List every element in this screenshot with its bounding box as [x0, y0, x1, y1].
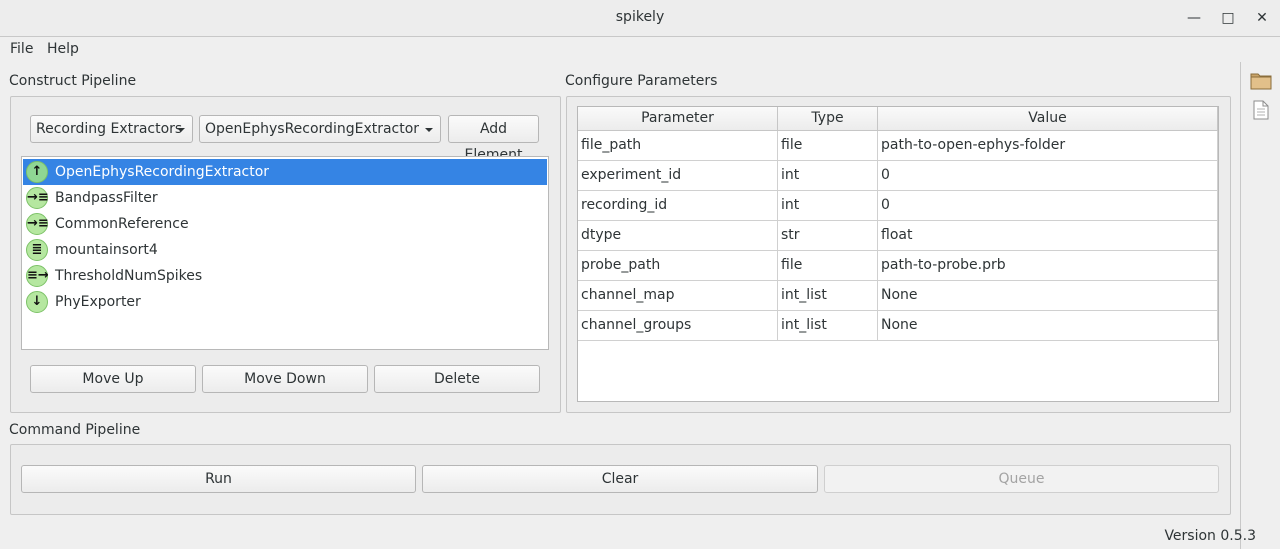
column-header-value[interactable]: Value	[878, 107, 1218, 131]
value-cell[interactable]: 0	[878, 191, 1218, 221]
table-row[interactable]: channel_groups int_list None	[578, 311, 1218, 341]
value-cell[interactable]: 0	[878, 161, 1218, 191]
queue-button[interactable]: Queue	[824, 465, 1219, 493]
configure-parameters-title: Configure Parameters	[565, 73, 718, 89]
type-cell: file	[778, 131, 878, 161]
value-cell[interactable]: None	[878, 311, 1218, 341]
type-cell: int	[778, 161, 878, 191]
table-header: Parameter Type Value	[578, 107, 1218, 131]
arrow-up-icon: ↑	[26, 161, 48, 183]
menu-bar: File Help	[0, 38, 1280, 62]
value-cell[interactable]: float	[878, 221, 1218, 251]
list-item[interactable]: →≡ BandpassFilter	[23, 185, 547, 211]
category-select-value: Recording Extractors	[36, 121, 183, 137]
clear-button[interactable]: Clear	[422, 465, 818, 493]
type-cell: str	[778, 221, 878, 251]
list-item[interactable]: ↑ OpenEphysRecordingExtractor	[23, 159, 547, 185]
arrow-right-bars-icon: →≡	[26, 187, 49, 209]
folder-icon[interactable]	[1250, 70, 1272, 90]
close-icon[interactable]: ✕	[1254, 10, 1270, 26]
version-label: Version 0.5.3	[1164, 528, 1256, 544]
list-item-label: mountainsort4	[55, 242, 158, 258]
parameter-cell: experiment_id	[578, 161, 778, 191]
value-cell[interactable]: path-to-probe.prb	[878, 251, 1218, 281]
parameters-table[interactable]: Parameter Type Value file_path file path…	[577, 106, 1219, 402]
type-cell: int_list	[778, 311, 878, 341]
column-header-parameter[interactable]: Parameter	[578, 107, 778, 131]
parameter-cell: dtype	[578, 221, 778, 251]
bars-icon: ≣	[26, 239, 48, 261]
arrow-right-bars-icon: →≡	[26, 213, 49, 235]
list-item-label: PhyExporter	[55, 294, 141, 310]
value-cell[interactable]: path-to-open-ephys-folder	[878, 131, 1218, 161]
list-item-label: ThresholdNumSpikes	[55, 268, 203, 284]
value-cell[interactable]: None	[878, 281, 1218, 311]
table-row[interactable]: recording_id int 0	[578, 191, 1218, 221]
document-icon[interactable]	[1253, 100, 1269, 120]
list-item-label: OpenEphysRecordingExtractor	[55, 164, 270, 180]
command-pipeline-title: Command Pipeline	[9, 422, 141, 438]
menu-file[interactable]: File	[10, 41, 33, 57]
table-row[interactable]: channel_map int_list None	[578, 281, 1218, 311]
parameter-cell: channel_groups	[578, 311, 778, 341]
run-button[interactable]: Run	[21, 465, 416, 493]
type-cell: file	[778, 251, 878, 281]
parameter-cell: channel_map	[578, 281, 778, 311]
type-cell: int	[778, 191, 878, 221]
side-toolbar	[1240, 62, 1280, 549]
list-item-label: BandpassFilter	[55, 190, 158, 206]
construct-pipeline-title: Construct Pipeline	[9, 73, 137, 89]
list-item-label: CommonReference	[55, 216, 189, 232]
parameter-cell: recording_id	[578, 191, 778, 221]
category-select[interactable]: Recording Extractors	[30, 115, 193, 143]
parameter-cell: probe_path	[578, 251, 778, 281]
window-title: spikely	[615, 9, 665, 25]
arrow-down-icon: ↓	[26, 291, 48, 313]
table-row[interactable]: probe_path file path-to-probe.prb	[578, 251, 1218, 281]
list-item[interactable]: ≣ mountainsort4	[23, 237, 547, 263]
type-cell: int_list	[778, 281, 878, 311]
move-up-button[interactable]: Move Up	[30, 365, 196, 393]
bars-arrow-right-icon: ≡→	[26, 265, 49, 287]
minimize-icon[interactable]: —	[1186, 10, 1202, 26]
element-select-value: OpenEphysRecordingExtractor	[205, 121, 420, 137]
list-item[interactable]: ↓ PhyExporter	[23, 289, 547, 315]
chevron-down-icon	[425, 128, 433, 132]
table-row[interactable]: dtype str float	[578, 221, 1218, 251]
pipeline-list[interactable]: ↑ OpenEphysRecordingExtractor →≡ Bandpas…	[21, 156, 549, 350]
move-down-button[interactable]: Move Down	[202, 365, 368, 393]
parameter-cell: file_path	[578, 131, 778, 161]
list-item[interactable]: ≡→ ThresholdNumSpikes	[23, 263, 547, 289]
delete-button[interactable]: Delete	[374, 365, 540, 393]
menu-help[interactable]: Help	[47, 41, 79, 57]
table-row[interactable]: file_path file path-to-open-ephys-folder	[578, 131, 1218, 161]
title-bar: spikely — □ ✕	[0, 0, 1280, 37]
element-select[interactable]: OpenEphysRecordingExtractor	[199, 115, 441, 143]
chevron-down-icon	[177, 128, 185, 132]
column-header-type[interactable]: Type	[778, 107, 878, 131]
table-row[interactable]: experiment_id int 0	[578, 161, 1218, 191]
list-item[interactable]: →≡ CommonReference	[23, 211, 547, 237]
maximize-icon[interactable]: □	[1220, 10, 1236, 26]
add-element-button[interactable]: Add Element	[448, 115, 539, 163]
